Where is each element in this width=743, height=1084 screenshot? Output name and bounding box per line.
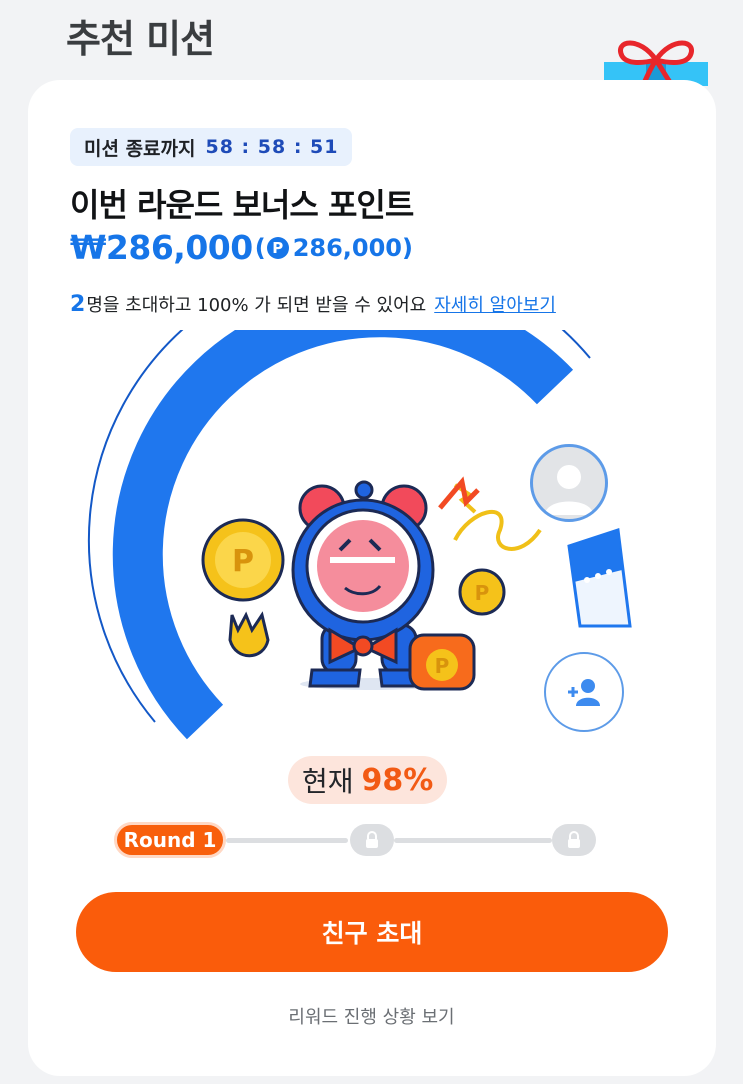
clock-mascot-illustration: P P P	[201, 476, 542, 691]
round-connector	[394, 838, 552, 843]
timer-value: 58 : 58 : 51	[205, 136, 339, 158]
person-icon	[545, 465, 593, 515]
learn-more-link[interactable]: 자세히 알아보기	[434, 291, 556, 317]
invite-text: 명을 초대하고 100% 가 되면 받을 수 있어요	[86, 295, 427, 316]
current-value: 98%	[361, 762, 434, 798]
add-person-icon	[568, 679, 600, 706]
invited-friend-avatar	[530, 444, 608, 522]
amount-points: 286,000)	[292, 233, 413, 262]
amount-paren-open: (	[254, 233, 266, 262]
bonus-title: 이번 라운드 보너스 포인트	[70, 186, 414, 224]
svg-text:P: P	[435, 654, 450, 678]
round-1-badge[interactable]: Round 1	[114, 822, 226, 858]
add-friend-button[interactable]	[544, 652, 624, 732]
mission-timer: 미션 종료까지 58 : 58 : 51	[70, 128, 353, 166]
lock-icon	[366, 831, 378, 848]
bonus-amount: ₩286,000 ( P 286,000)	[70, 228, 413, 267]
invite-description: 2 명을 초대하고 100% 가 되면 받을 수 있어요 자세히 알아보기	[70, 291, 556, 317]
current-label: 현재	[302, 765, 354, 798]
reward-progress-link[interactable]: 리워드 진행 상황 보기	[0, 1003, 743, 1029]
svg-text:P: P	[475, 581, 490, 605]
progress-gauge: P P P	[87, 330, 632, 740]
invite-friend-button[interactable]: 친구 초대	[76, 892, 668, 972]
invite-count: 2	[70, 291, 86, 317]
round-track: Round 1	[0, 818, 743, 862]
lock-icon	[568, 831, 580, 848]
page-title: 추천 미션	[66, 17, 215, 61]
amount-won: ₩286,000	[70, 228, 253, 267]
current-progress-chip: 현재 98%	[288, 756, 448, 804]
round-2-locked	[350, 824, 394, 856]
round-3-locked	[552, 824, 596, 856]
round-connector	[226, 838, 348, 843]
svg-text:P: P	[232, 544, 254, 579]
timer-label: 미션 종료까지	[84, 137, 196, 160]
point-coin-icon: P	[266, 236, 289, 259]
